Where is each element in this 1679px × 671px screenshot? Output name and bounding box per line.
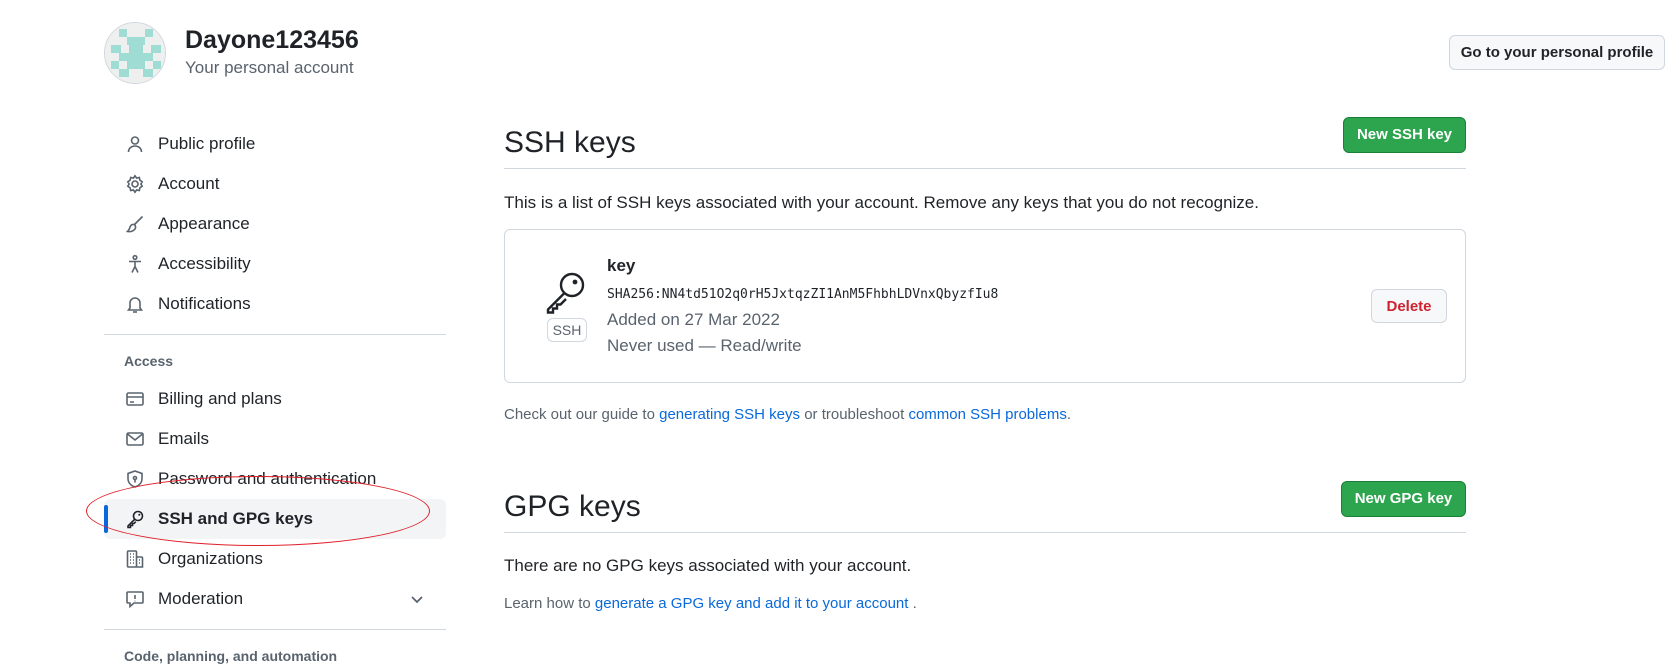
sidebar-item-emails[interactable]: Emails <box>104 419 446 459</box>
sidebar-item-moderation[interactable]: Moderation <box>104 579 446 619</box>
ssh-key-usage: Never used — Read/write <box>607 336 802 355</box>
sidebar-item-notifications[interactable]: Notifications <box>104 284 446 324</box>
gpg-learn-prefix: Learn how to <box>504 595 595 612</box>
sidebar-item-account[interactable]: Account <box>104 164 446 204</box>
sidebar-section-code: Code, planning, and automation <box>124 648 338 664</box>
ssh-section-title: SSH keys <box>504 125 636 159</box>
report-icon <box>124 588 146 610</box>
accessibility-icon <box>124 253 146 275</box>
organization-icon <box>124 548 146 570</box>
ssh-badge: SSH <box>547 318 587 342</box>
generating-ssh-keys-link[interactable]: generating SSH keys <box>659 406 800 423</box>
sidebar-divider <box>104 629 446 630</box>
settings-sidebar: Public profile Account Appearance Access… <box>104 124 446 671</box>
generate-gpg-key-link[interactable]: generate a GPG key and add it to your ac… <box>595 595 909 612</box>
account-username[interactable]: Dayone123456 <box>185 26 359 55</box>
ssh-key-added-date: Added on 27 Mar 2022 <box>607 310 780 329</box>
key-icon <box>546 272 585 314</box>
ssh-section-header: SSH keys New SSH key <box>504 116 1466 169</box>
bell-icon <box>124 293 146 315</box>
new-ssh-key-button[interactable]: New SSH key <box>1343 116 1466 153</box>
gear-icon <box>124 173 146 195</box>
gpg-section-title: GPG keys <box>504 489 641 523</box>
mail-icon <box>124 428 146 450</box>
ssh-key-name: key <box>607 256 636 275</box>
sidebar-item-billing[interactable]: Billing and plans <box>104 379 446 419</box>
sidebar-item-label: Public profile <box>158 134 256 153</box>
gpg-section-header: GPG keys New GPG key <box>504 480 1466 533</box>
ssh-guide-middle: or troubleshoot <box>800 406 909 423</box>
sidebar-section-access: Access <box>124 353 174 369</box>
go-to-profile-button[interactable]: Go to your personal profile <box>1449 35 1665 70</box>
sidebar-item-password[interactable]: Password and authentication <box>104 459 446 499</box>
sidebar-item-public-profile[interactable]: Public profile <box>104 124 446 164</box>
ssh-key-card: SSH key SHA256:NN4td51O2q0rH5JxtqzZI1AnM… <box>504 229 1466 383</box>
sidebar-item-appearance[interactable]: Appearance <box>104 204 446 244</box>
sidebar-item-label: Notifications <box>158 294 251 313</box>
delete-ssh-key-button[interactable]: Delete <box>1371 289 1447 323</box>
gpg-empty-text: There are no GPG keys associated with yo… <box>504 556 912 575</box>
sidebar-item-label: Billing and plans <box>158 389 282 408</box>
avatar[interactable] <box>104 22 166 84</box>
common-ssh-problems-link[interactable]: common SSH problems <box>908 406 1066 423</box>
ssh-description: This is a list of SSH keys associated wi… <box>504 193 1259 212</box>
key-icon <box>124 508 146 530</box>
new-gpg-key-button[interactable]: New GPG key <box>1341 480 1466 517</box>
sidebar-item-label: Organizations <box>158 549 263 568</box>
sidebar-item-label: Password and authentication <box>158 469 377 488</box>
ssh-guide-text: Check out our guide to generating SSH ke… <box>504 406 1071 423</box>
gpg-learn-text: Learn how to generate a GPG key and add … <box>504 595 917 612</box>
account-subtitle: Your personal account <box>185 58 354 77</box>
shield-lock-icon <box>124 468 146 490</box>
ssh-guide-prefix: Check out our guide to <box>504 406 660 423</box>
ssh-guide-suffix: . <box>1066 406 1071 423</box>
sidebar-item-label: Emails <box>158 429 210 448</box>
sidebar-item-accessibility[interactable]: Accessibility <box>104 244 446 284</box>
sidebar-item-ssh-gpg-keys[interactable]: SSH and GPG keys <box>104 499 446 539</box>
sidebar-item-label: Accessibility <box>158 254 251 273</box>
sidebar-item-label: SSH and GPG keys <box>158 509 313 528</box>
sidebar-divider <box>104 334 446 335</box>
paintbrush-icon <box>124 213 146 235</box>
sidebar-item-organizations[interactable]: Organizations <box>104 539 446 579</box>
person-icon <box>124 133 146 155</box>
chevron-down-icon[interactable] <box>408 590 426 608</box>
sidebar-item-label: Moderation <box>158 589 244 608</box>
sidebar-item-label: Account <box>158 174 220 193</box>
ssh-key-fingerprint: SHA256:NN4td51O2q0rH5JxtqzZI1AnM5FhbhLDV… <box>607 287 999 302</box>
gpg-learn-suffix: . <box>908 595 917 612</box>
credit-card-icon <box>124 388 146 410</box>
sidebar-item-label: Appearance <box>158 214 250 233</box>
